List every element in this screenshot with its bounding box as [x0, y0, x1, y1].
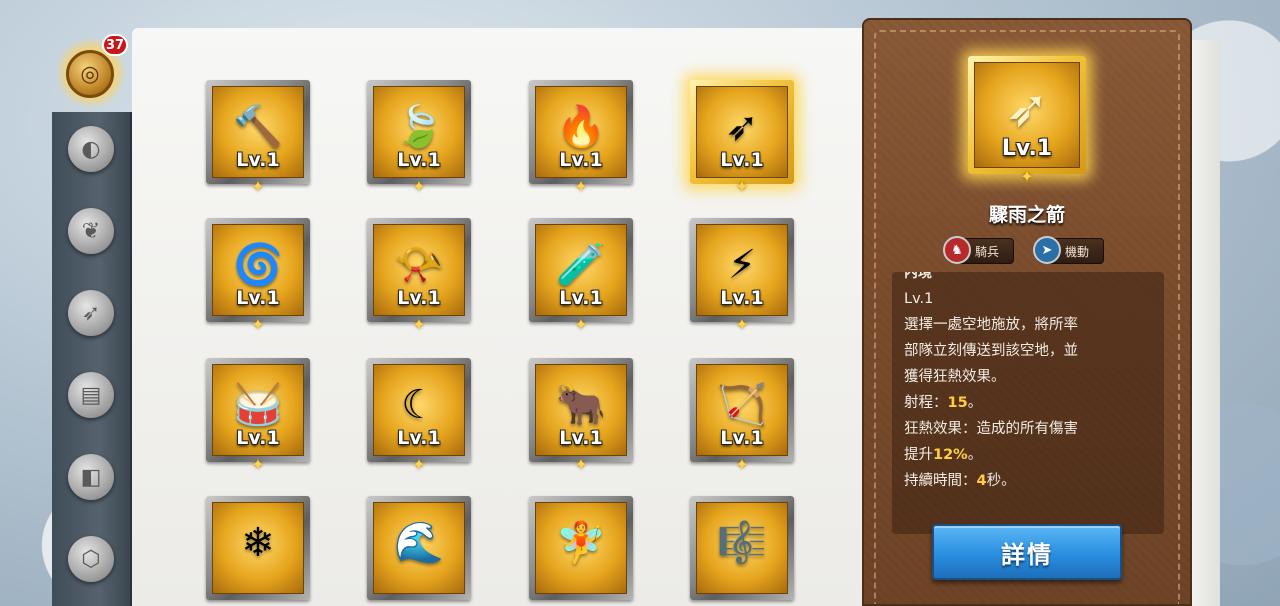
star-icon: ✦ — [574, 177, 588, 196]
item-art-icon: 🐂 — [556, 381, 606, 428]
item-art-icon: ⚡ — [727, 241, 757, 288]
desc-line: 獲得狂熱效果。 — [904, 369, 1006, 385]
level-label: Lv.1 — [720, 149, 764, 171]
star-icon: ✦ — [574, 315, 588, 334]
level-label: Lv.1 — [559, 287, 603, 309]
arrow-icon[interactable]: ➶ — [68, 290, 114, 336]
horn-icon[interactable]: ❦ — [68, 208, 114, 254]
level-label: Lv.1 — [236, 287, 280, 309]
golden-arrows-icon: ➶ — [1005, 78, 1049, 139]
item-art-icon: 🧚 — [556, 519, 606, 566]
level-label: Lv.1 — [397, 427, 441, 449]
item-art-icon: 🎼 — [717, 519, 767, 566]
silver-horn-item[interactable]: 📯 Lv.1 ✦ — [367, 218, 471, 334]
war-drum-item[interactable]: 🥁 Lv.1 ✦ — [206, 358, 310, 474]
blue-wing-axe-item[interactable]: 🌀 Lv.1 ✦ — [206, 218, 310, 334]
item-art-icon: ❄ — [241, 519, 275, 566]
item-name: 驟雨之箭 — [988, 204, 1065, 226]
star-icon: ✦ — [574, 455, 588, 474]
equipment-grid-panel: 🔨 Lv.1 ✦ 🍃 Lv.1 ✦ 🔥 Lv.1 ✦ ➶ Lv.1 ✦ 🌀 Lv.1 ✦ 📯 Lv.1 ✦ 🧪 Lv.… — [132, 28, 872, 606]
level-label: Lv.1 — [720, 287, 764, 309]
level-label: Lv.1 — [559, 149, 603, 171]
item-art-icon: 🏹 — [717, 381, 767, 428]
level-label: Lv.1 — [236, 149, 280, 171]
item-art-icon: 🍃 — [394, 103, 444, 150]
star-icon: ✦ — [251, 315, 265, 334]
desc-level: Lv.1 — [904, 291, 934, 307]
duration-line: 持續時間：4秒。 — [904, 473, 1016, 489]
level-label: Lv.1 — [397, 287, 441, 309]
fire-crystal-item[interactable]: 🔥 Lv.1 ✦ — [529, 80, 633, 196]
bull-helm-item[interactable]: 🐂 Lv.1 ✦ — [529, 358, 633, 474]
details-button[interactable]: 詳情 — [932, 524, 1122, 580]
desc-line: 選擇一處空地施放，將所率 — [904, 317, 1078, 333]
item-art-icon: 🌀 — [233, 241, 283, 288]
effect-value: 12% — [933, 447, 968, 463]
stone-icon[interactable]: ◧ — [68, 454, 114, 500]
tag-label: 騎兵 — [975, 244, 1000, 259]
item-art-icon: ☾ — [401, 381, 437, 428]
star-icon: ✦ — [412, 455, 426, 474]
level-label: Lv.1 — [559, 427, 603, 449]
orb-icon[interactable]: ◐ — [68, 126, 114, 172]
desc-line: 部隊立刻傳送到該空地，並 — [904, 343, 1078, 359]
green-amulet-item[interactable]: 🍃 Lv.1 ✦ — [367, 80, 471, 196]
item-art-icon: 🥁 — [233, 381, 283, 428]
range-line: 射程：15。 — [904, 395, 983, 411]
ice-spear-item[interactable]: ❄ — [206, 496, 310, 600]
skill-description: 內境 Lv.1 選擇一處空地施放，將所率 部隊立刻傳送到該空地，並 獲得狂熱效果… — [892, 272, 1164, 534]
detail-level-label: Lv.1 — [1001, 136, 1053, 161]
star-icon: ✦ — [735, 455, 749, 474]
snow-edge — [1190, 40, 1220, 606]
star-icon: ✦ — [251, 177, 265, 196]
duration-value: 4 — [976, 473, 987, 489]
star-icon: ✦ — [735, 177, 749, 196]
tag-label: 機動 — [1065, 244, 1090, 259]
notification-badge: 37 — [102, 34, 128, 56]
level-label: Lv.1 — [236, 427, 280, 449]
armor-icon[interactable]: ▤ — [68, 372, 114, 418]
ice-fairy-item[interactable]: 🧚 — [529, 496, 633, 600]
star-icon: ✦ — [412, 315, 426, 334]
category-sidebar: ◐ ❦ ➶ ▤ ◧ ⬡ — [52, 112, 132, 606]
item-art-icon: 🔨 — [233, 103, 283, 150]
level-label: Lv.1 — [720, 427, 764, 449]
star-icon: ✦ — [1020, 167, 1034, 186]
star-icon: ✦ — [251, 455, 265, 474]
golden-arrows-item[interactable]: ➶ Lv.1 ✦ — [690, 80, 794, 196]
green-vial-item[interactable]: 🧪 Lv.1 ✦ — [529, 218, 633, 334]
level-label: Lv.1 — [397, 149, 441, 171]
effect-line: 狂熱效果：造成的所有傷害 — [904, 421, 1078, 437]
effect-value-line: 提升12%。 — [904, 447, 983, 463]
item-art-icon: 📯 — [394, 241, 444, 288]
tag-mobility: ➤ 機動 — [1033, 236, 1105, 264]
item-art-icon: ➶ — [725, 103, 759, 150]
golden-bow-item[interactable]: 🏹 Lv.1 ✦ — [690, 358, 794, 474]
golden-harp-item[interactable]: 🎼 — [690, 496, 794, 600]
item-art-icon: 🧪 — [556, 241, 606, 288]
ring-icon[interactable]: ◎ — [66, 50, 114, 98]
star-icon: ✦ — [412, 177, 426, 196]
item-art-icon: 🔥 — [556, 103, 606, 150]
item-art-icon: 🌊 — [394, 519, 444, 566]
detail-item-icon: ➶ Lv.1 ✦ — [968, 56, 1086, 186]
hammer-item[interactable]: 🔨 Lv.1 ✦ — [206, 80, 310, 196]
crescent-blade-item[interactable]: ☾ Lv.1 ✦ — [367, 358, 471, 474]
detail-panel: ➶ Lv.1 ✦ 驟雨之箭 ♞ 騎兵 ➤ 機動 內境 Lv.1 選擇一處空地施放… — [862, 18, 1192, 606]
cavalry-icon: ♞ — [943, 236, 971, 264]
frost-wing-item[interactable]: 🌊 — [367, 496, 471, 600]
lightning-sword-item[interactable]: ⚡ Lv.1 ✦ — [690, 218, 794, 334]
mobility-icon: ➤ — [1033, 236, 1061, 264]
range-value: 15 — [947, 395, 968, 411]
gem-icon[interactable]: ⬡ — [68, 536, 114, 582]
tag-cavalry: ♞ 騎兵 — [943, 236, 1015, 264]
star-icon: ✦ — [735, 315, 749, 334]
